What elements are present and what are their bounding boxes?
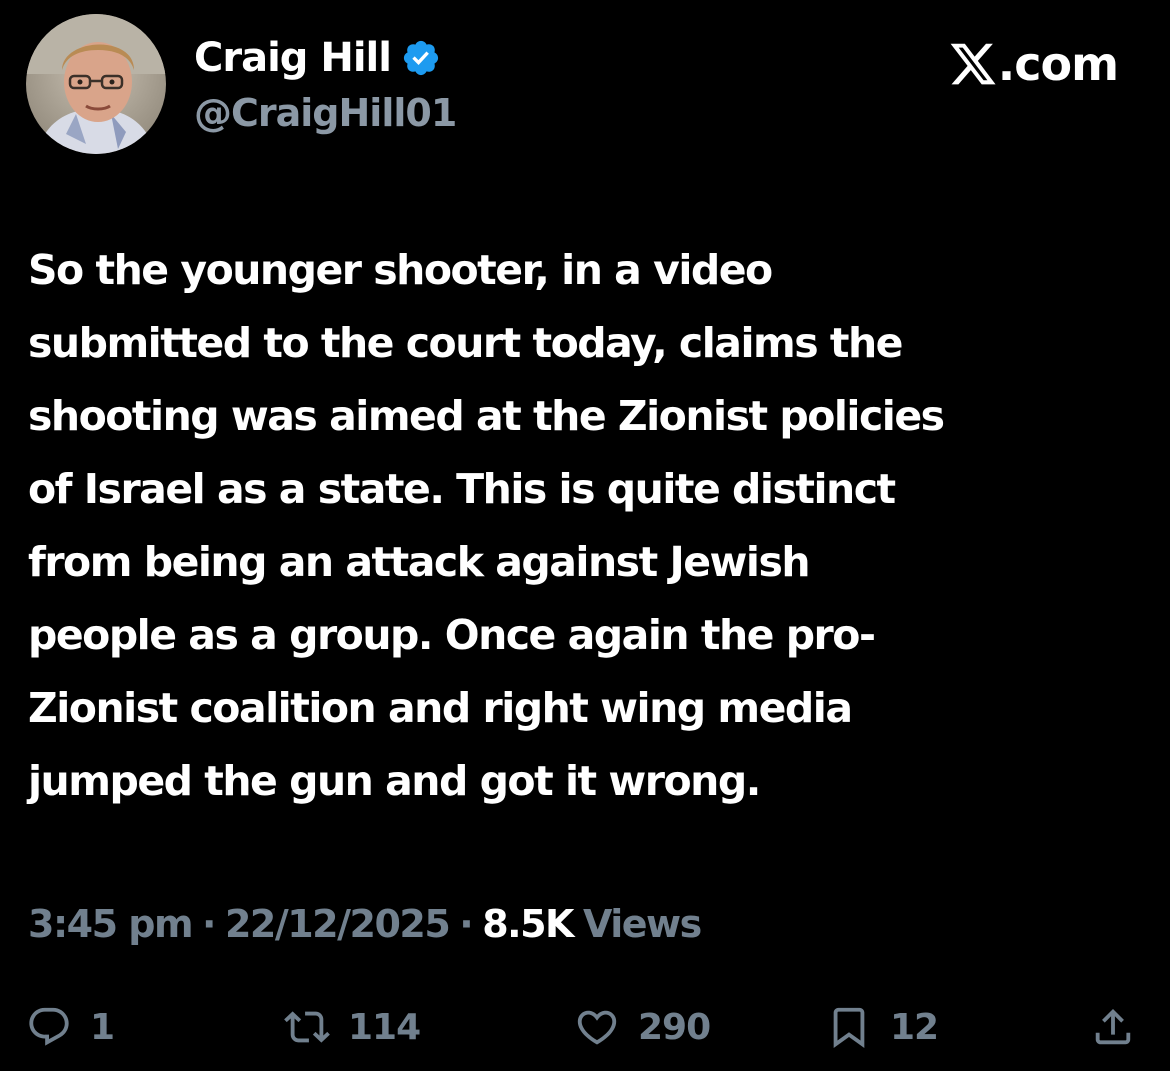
bookmark-icon	[826, 1004, 872, 1050]
like-count: 290	[638, 1006, 711, 1048]
meta-separator: ·	[459, 902, 473, 946]
avatar-image	[26, 14, 166, 154]
tweet-date[interactable]: 22/12/2025	[225, 902, 451, 946]
verified-badge-icon	[401, 38, 441, 78]
author-info[interactable]: Craig Hill @CraigHill01	[194, 30, 457, 138]
reply-count: 1	[90, 1006, 115, 1048]
brand-text: .com	[997, 37, 1119, 91]
tweet-time[interactable]: 3:45 pm	[28, 902, 194, 946]
avatar[interactable]	[26, 14, 166, 154]
meta-separator: ·	[202, 902, 216, 946]
reply-icon	[26, 1004, 72, 1050]
display-name-row: Craig Hill	[194, 30, 456, 86]
heart-icon	[574, 1004, 620, 1050]
reply-button[interactable]: 1	[26, 995, 115, 1059]
tweet-header: Craig Hill @CraigHill01 .com	[26, 14, 1146, 159]
like-button[interactable]: 290	[574, 995, 711, 1059]
repost-count: 114	[348, 1006, 421, 1048]
display-name[interactable]: Craig Hill	[194, 30, 392, 86]
repost-icon	[284, 1004, 330, 1050]
tweet-text: So the younger shooter, in a video submi…	[28, 246, 945, 805]
action-bar: 1 114 290 12	[26, 995, 1142, 1059]
bookmark-button[interactable]: 12	[826, 995, 939, 1059]
repost-button[interactable]: 114	[284, 995, 421, 1059]
brand-watermark: .com	[948, 34, 1119, 94]
tweet-meta: 3:45 pm · 22/12/2025 · 8.5K Views	[28, 894, 702, 954]
x-logo-icon	[948, 39, 998, 89]
views-count: 8.5K	[482, 902, 574, 946]
bookmark-count: 12	[890, 1006, 939, 1048]
views-label: Views	[582, 902, 702, 946]
share-button[interactable]	[1090, 995, 1136, 1059]
share-icon	[1090, 1004, 1136, 1050]
handle[interactable]: @CraigHill01	[194, 88, 457, 138]
